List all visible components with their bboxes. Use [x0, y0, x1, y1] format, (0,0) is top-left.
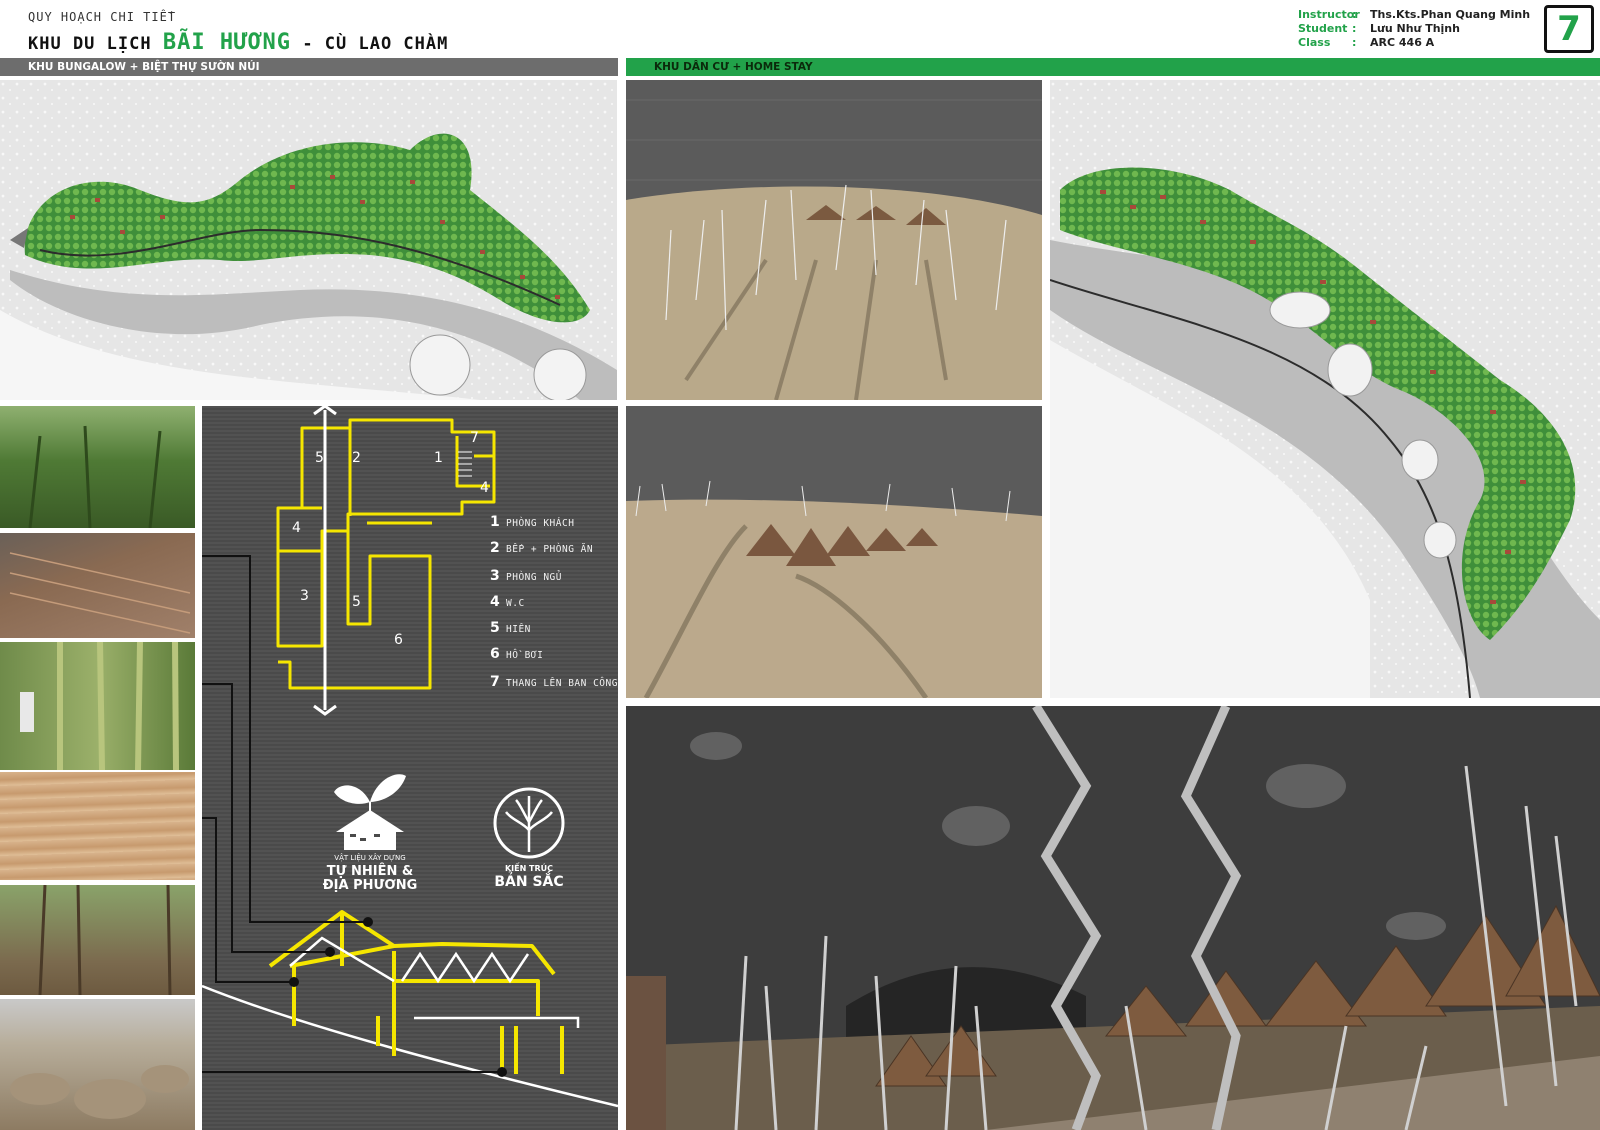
- legend-item: 2 BẾP + PHÒNG ĂN: [490, 540, 593, 556]
- instructor-value: Ths.Kts.Phan Quang Minh: [1370, 8, 1531, 21]
- identity-logo-caption: KIẾN TRÚC: [504, 864, 554, 873]
- title-suffix: - CÙ LAO CHÀM: [302, 34, 449, 54]
- photo-coconut-palms: [0, 406, 195, 528]
- identity-logo-title: BẢN SẮC: [494, 874, 564, 890]
- photo-thatch-leaves: [0, 533, 195, 638]
- page-number-badge: 7: [1544, 5, 1594, 53]
- design-concept-panel: 5 2 1 7 4 4 3 5 6 1 PHÒNG KHÁCH 2 BẾP + PH…: [202, 406, 618, 1130]
- legend-number: 2: [490, 540, 501, 556]
- homestay-render-night: [626, 706, 1600, 1130]
- credit-values: Ths.Kts.Phan Quang Minh Lưu Như Thịnh AR…: [1370, 8, 1530, 50]
- instructor-label: Instructor: [1298, 8, 1360, 21]
- bungalow-site-plan: [0, 80, 617, 400]
- title-prefix: KHU DU LỊCH: [28, 34, 152, 54]
- separator: :: [1352, 8, 1357, 21]
- student-value: Lưu Như Thịnh: [1370, 22, 1460, 35]
- legend-label: BẾP + PHÒNG ĂN: [506, 544, 594, 555]
- room-number: 2: [352, 450, 361, 466]
- photo-timber-planks: [0, 772, 195, 880]
- class-value: ARC 446 A: [1370, 36, 1435, 49]
- legend-number: 7: [490, 674, 501, 690]
- legend-number: 6: [490, 646, 501, 662]
- legend-item: 3 PHÒNG NGỦ: [490, 568, 562, 584]
- legend-item: 1 PHÒNG KHÁCH: [490, 514, 574, 530]
- room-number: 3: [300, 588, 309, 604]
- room-number: 5: [315, 450, 324, 466]
- materials-logo-line2: ĐỊA PHƯƠNG: [322, 878, 418, 893]
- room-number: 1: [434, 450, 443, 466]
- title-highlight: BÃI HƯƠNG: [162, 30, 292, 55]
- materials-logo-line1: TỰ NHIÊN &: [326, 864, 414, 879]
- section-bar-bungalow: KHU BUNGALOW + BIỆT THỰ SƯỜN NÚI: [0, 58, 618, 76]
- legend-item: 6 HỒ BƠI: [490, 646, 543, 662]
- legend-item: 4 W.C: [490, 594, 525, 610]
- legend-label: THANG LÊN BAN CÔNG: [506, 678, 618, 689]
- class-label: Class: [1298, 36, 1331, 49]
- photo-forest-harvest: [0, 885, 195, 995]
- separator: :: [1352, 22, 1357, 35]
- legend-label: HỒ BƠI: [506, 650, 544, 661]
- legend-item: 5 HIÊN: [490, 620, 531, 636]
- homestay-render-village: [626, 406, 1042, 698]
- legend-number: 1: [490, 514, 501, 530]
- legend-label: PHÒNG NGỦ: [506, 572, 562, 583]
- legend-number: 5: [490, 620, 501, 636]
- tree-circle-icon: [493, 787, 565, 859]
- legend-label: PHÒNG KHÁCH: [506, 518, 575, 529]
- homestay-site-plan: [1050, 80, 1600, 698]
- student-label: Student: [1298, 22, 1348, 35]
- legend-label: W.C: [506, 598, 525, 609]
- photo-coastal-rocks: [0, 999, 195, 1130]
- credit-separators: : : :: [1352, 8, 1356, 50]
- legend-label: HIÊN: [506, 624, 531, 635]
- page-title: KHU DU LỊCH BÃI HƯƠNG - CÙ LAO CHÀM: [28, 30, 448, 55]
- legend-number: 3: [490, 568, 501, 584]
- legend-item: 7 THANG LÊN BAN CÔNG: [490, 674, 618, 690]
- room-number: 4: [480, 480, 489, 496]
- legend-number: 4: [490, 594, 501, 610]
- header-subtitle: QUY HOẠCH CHI TIẾT: [28, 10, 177, 24]
- room-number: 7: [470, 430, 479, 446]
- leaf-house-icon: [334, 774, 406, 850]
- section-bar-homestay: KHU DÂN CƯ + HOME STAY: [626, 58, 1600, 76]
- materials-photo-column: [0, 406, 195, 1130]
- separator: :: [1352, 36, 1357, 49]
- room-number: 5: [352, 594, 361, 610]
- room-number: 6: [394, 632, 403, 648]
- credit-labels: Instructor Student Class: [1298, 8, 1360, 50]
- materials-logo-caption: VẬT LIỆU XÂY DỰNG: [334, 854, 406, 862]
- photo-bamboo-grove: [0, 642, 195, 770]
- homestay-render-wide: [626, 80, 1042, 400]
- room-number: 4: [292, 520, 301, 536]
